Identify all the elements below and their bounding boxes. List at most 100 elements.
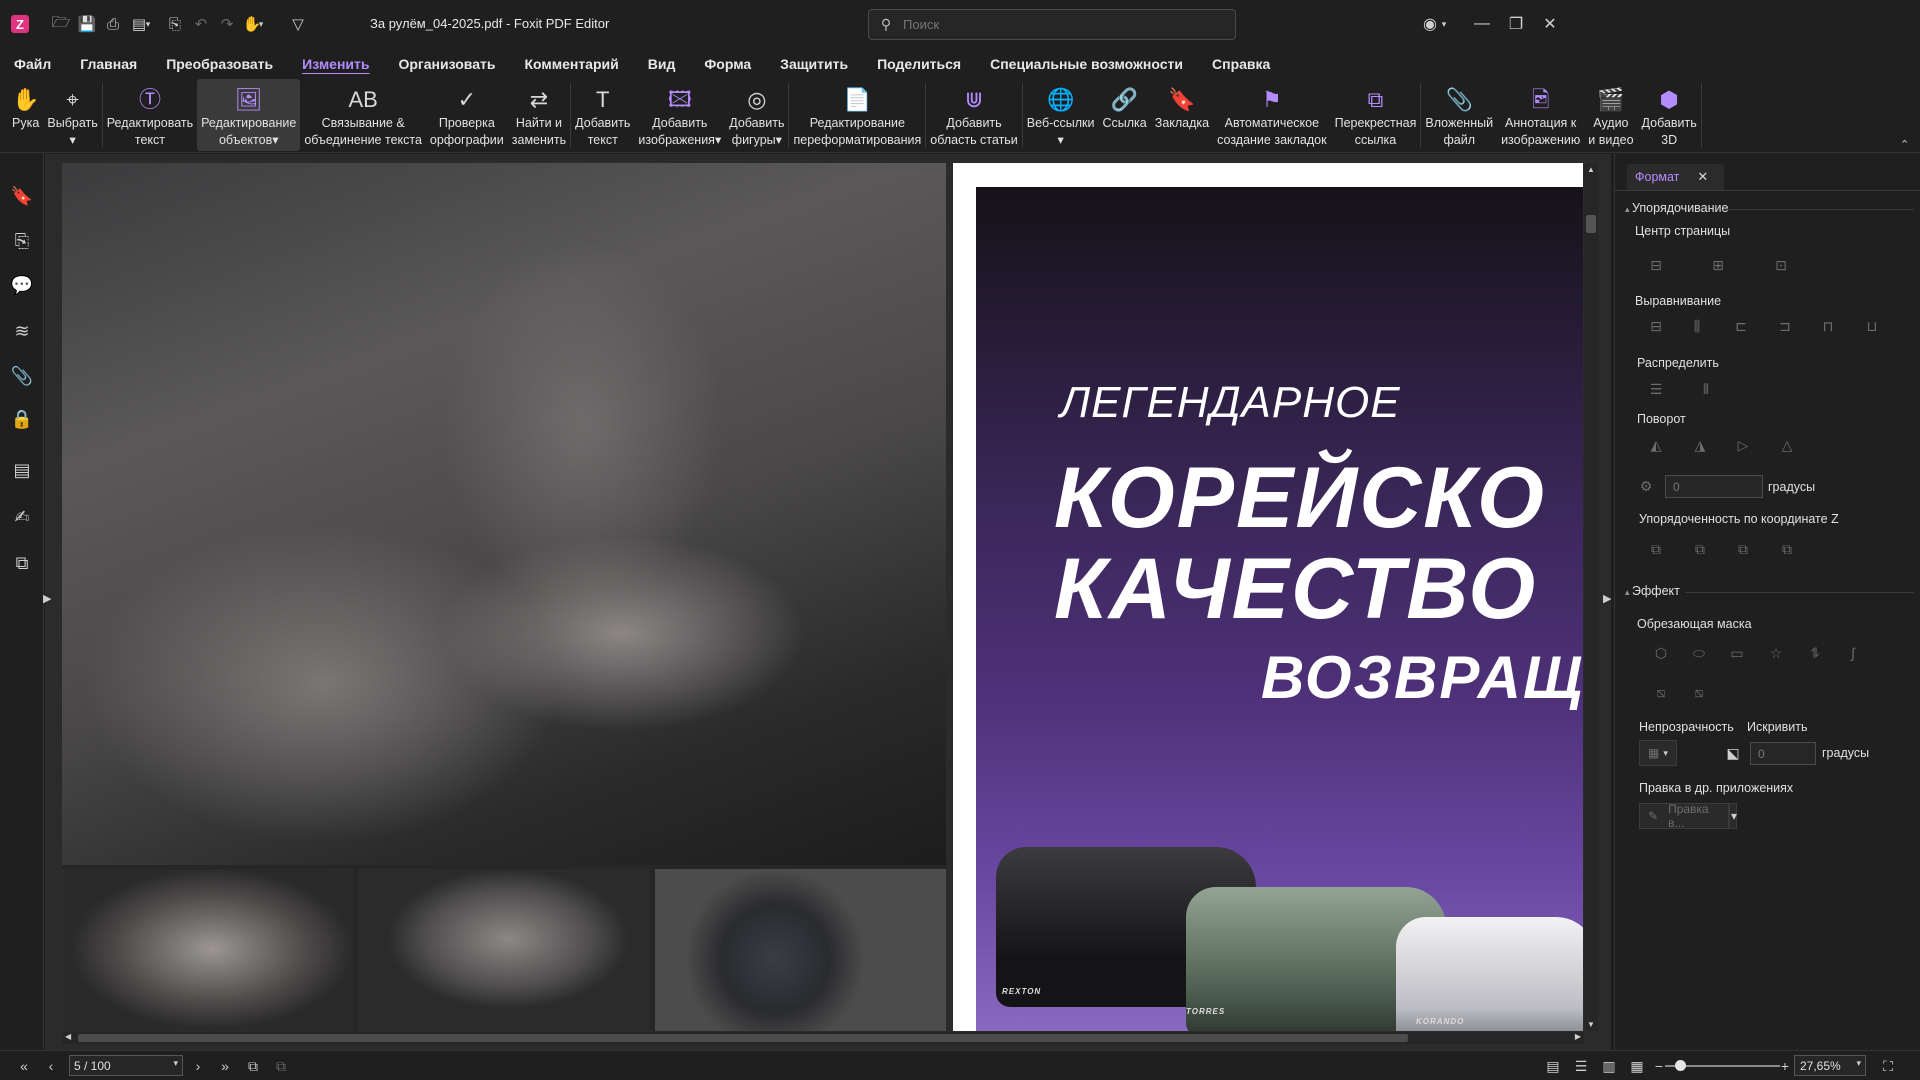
menu-share[interactable]: Поделиться (877, 56, 961, 72)
skew-icon[interactable]: ⬕ (1724, 744, 1742, 762)
compare-panel-icon[interactable]: ⧉ (10, 551, 34, 575)
expand-left-panel-icon[interactable]: ▶ (43, 592, 51, 605)
menu-organize[interactable]: Организовать (398, 56, 495, 72)
add-shapes-button[interactable]: ◎ Добавить фигуры▾ (725, 79, 788, 151)
menu-comment[interactable]: Комментарий (524, 56, 618, 72)
pages-panel-icon[interactable]: ⎘ (10, 229, 34, 253)
center-horizontal-icon[interactable]: ⊟ (1647, 256, 1665, 274)
menu-help[interactable]: Справка (1212, 56, 1270, 72)
scroll-right-icon[interactable]: ▶ (1575, 1032, 1581, 1041)
security-panel-icon[interactable]: 🔒 (10, 407, 34, 431)
fullscreen-icon[interactable]: ⛶ (1879, 1057, 1897, 1075)
clip-clear-icon[interactable]: ⧅ (1690, 683, 1708, 701)
center-both-icon[interactable]: ⊡ (1772, 256, 1790, 274)
flip-horizontal-icon[interactable]: ▷ (1734, 436, 1752, 454)
tab-format[interactable]: Формат ✕ (1627, 164, 1725, 190)
edit-objects-button[interactable]: 🖼 Редактирование объектов▾ (197, 79, 301, 151)
bookmarks-panel-icon[interactable]: 🔖 (10, 184, 34, 208)
last-page-icon[interactable]: » (216, 1057, 234, 1075)
rotation-degrees-input[interactable] (1665, 475, 1763, 498)
link-button[interactable]: 🔗 Ссылка (1099, 79, 1151, 151)
image-annotation-button[interactable]: 🖻 Аннотация к изображению (1497, 79, 1584, 151)
center-vertical-icon[interactable]: ⊞ (1709, 256, 1727, 274)
search-box[interactable]: ⚲ (868, 9, 1236, 40)
clip-star-icon[interactable]: ☆ (1767, 644, 1785, 662)
distribute-vertical-icon[interactable]: ☰ (1647, 380, 1665, 398)
zoom-dropdown-icon[interactable]: ▾ (1856, 1058, 1861, 1069)
audio-video-button[interactable]: 🎬 Аудио и видео (1584, 79, 1637, 151)
zoom-in-icon[interactable]: + (1776, 1057, 1794, 1075)
previous-view-icon[interactable]: ⧉ (244, 1057, 262, 1075)
next-page-icon[interactable]: › (189, 1057, 207, 1075)
page-dropdown-icon[interactable]: ▾ (173, 1058, 178, 1069)
close-panel-icon[interactable]: ✕ (1697, 169, 1708, 185)
horizontal-scrollbar[interactable]: ◀ ▶ (62, 1032, 1584, 1044)
scroll-down-icon[interactable]: ▼ (1587, 1020, 1595, 1029)
bring-to-front-icon[interactable]: ⧉ (1647, 540, 1665, 558)
weblinks-button[interactable]: 🌐 Веб-ссылки ▾ (1023, 79, 1099, 151)
two-page-view-icon[interactable]: ▥ (1600, 1057, 1618, 1075)
menu-protect[interactable]: Защитить (780, 56, 848, 72)
search-input[interactable] (903, 17, 1223, 32)
menu-convert[interactable]: Преобразовать (166, 56, 273, 72)
find-replace-button[interactable]: ⇄ Найти и заменить (508, 79, 570, 151)
pdf-page-right[interactable]: ЛЕГЕНДАРНОЕ КОРЕЙСКО КАЧЕСТВО ВОЗВРАЩА R… (953, 163, 1583, 1031)
clip-octagon-icon[interactable]: ⬡ (1652, 644, 1670, 662)
send-to-back-icon[interactable]: ⧉ (1691, 540, 1709, 558)
rotate-right-icon[interactable]: ◮ (1691, 436, 1709, 454)
menu-accessibility[interactable]: Специальные возможности (990, 56, 1183, 72)
cross-reference-button[interactable]: ⧉ Перекрестная ссылка (1331, 79, 1421, 151)
collapse-ribbon-icon[interactable]: ⌃ (1900, 138, 1909, 151)
menu-view[interactable]: Вид (648, 56, 676, 72)
align-center-v-icon[interactable]: ⫼ (1688, 317, 1706, 335)
restore-icon[interactable]: ❐ (1502, 12, 1530, 36)
skew-degrees-input[interactable] (1750, 742, 1816, 765)
link-join-text-button[interactable]: AB Связывание & объединение текста (300, 79, 426, 151)
redo-icon[interactable]: ↷ (215, 13, 239, 35)
single-page-view-icon[interactable]: ▤ (1544, 1057, 1562, 1075)
scroll-left-icon[interactable]: ◀ (65, 1032, 71, 1041)
print-icon[interactable]: ⎙ (101, 13, 125, 35)
close-icon[interactable]: ✕ (1536, 12, 1564, 36)
clip-ellipse-icon[interactable]: ⬭ (1690, 644, 1708, 662)
page-number-field[interactable]: 5 / 100 ▾ (69, 1055, 183, 1076)
edit-in-app-button[interactable]: ✎ Правка в... (1639, 802, 1729, 830)
pdf-page-left[interactable] (62, 163, 946, 1031)
add-text-button[interactable]: T Добавить текст (571, 79, 634, 151)
undo-icon[interactable]: ↶ (189, 13, 213, 35)
two-page-continuous-icon[interactable]: ▦ (1628, 1057, 1646, 1075)
menu-home[interactable]: Главная (80, 56, 137, 72)
save-icon[interactable]: 💾 (75, 13, 99, 35)
export-dropdown-icon[interactable]: ▾ (143, 13, 153, 35)
edit-text-button[interactable]: Ⓣ Редактировать текст (103, 79, 197, 151)
align-center-h-icon[interactable]: ⊟ (1647, 317, 1665, 335)
menu-edit[interactable]: Изменить (302, 56, 369, 72)
auto-bookmarks-button[interactable]: ⚑ Автоматическое создание закладок (1213, 79, 1330, 151)
expand-right-panel-icon[interactable]: ▶ (1603, 592, 1611, 605)
first-page-icon[interactable]: « (15, 1057, 33, 1075)
send-backward-icon[interactable]: ⧉ (1778, 540, 1796, 558)
foxit-logo-icon[interactable]: Z (11, 15, 29, 33)
clip-rectangle-icon[interactable]: ▭ (1728, 644, 1746, 662)
clip-polygon-icon[interactable]: ⥮ (1806, 644, 1824, 662)
distribute-horizontal-icon[interactable]: ⫴ (1697, 380, 1715, 398)
edit-in-app-dropdown[interactable]: ▾ (1729, 803, 1737, 829)
align-left-icon[interactable]: ⊏ (1732, 317, 1750, 335)
flip-vertical-icon[interactable]: △ (1778, 436, 1796, 454)
menu-form[interactable]: Форма (704, 56, 751, 72)
rotate-settings-icon[interactable]: ⚙ (1637, 477, 1655, 495)
zoom-slider-knob[interactable] (1675, 1060, 1686, 1071)
hand-button[interactable]: ✋ Рука (8, 79, 43, 151)
next-view-icon[interactable]: ⧉ (272, 1057, 290, 1075)
menu-file[interactable]: Файл (14, 56, 51, 72)
select-button[interactable]: ⌖ Выбрать ▾ (43, 79, 101, 151)
opacity-dropdown[interactable]: ▦ ▾ (1639, 740, 1677, 766)
align-bottom-icon[interactable]: ⊔ (1863, 317, 1881, 335)
attachments-panel-icon[interactable]: 📎 (10, 364, 34, 388)
section-arrange-header[interactable]: Упорядочивание (1625, 201, 1728, 215)
vertical-scrollbar[interactable]: ▲ ▼ (1584, 163, 1598, 1031)
clip-edit-icon[interactable]: ⧅ (1652, 683, 1670, 701)
section-effect-header[interactable]: Эффект (1625, 584, 1680, 598)
bookmark-button[interactable]: 🔖 Закладка (1151, 79, 1213, 151)
align-top-icon[interactable]: ⊓ (1819, 317, 1837, 335)
